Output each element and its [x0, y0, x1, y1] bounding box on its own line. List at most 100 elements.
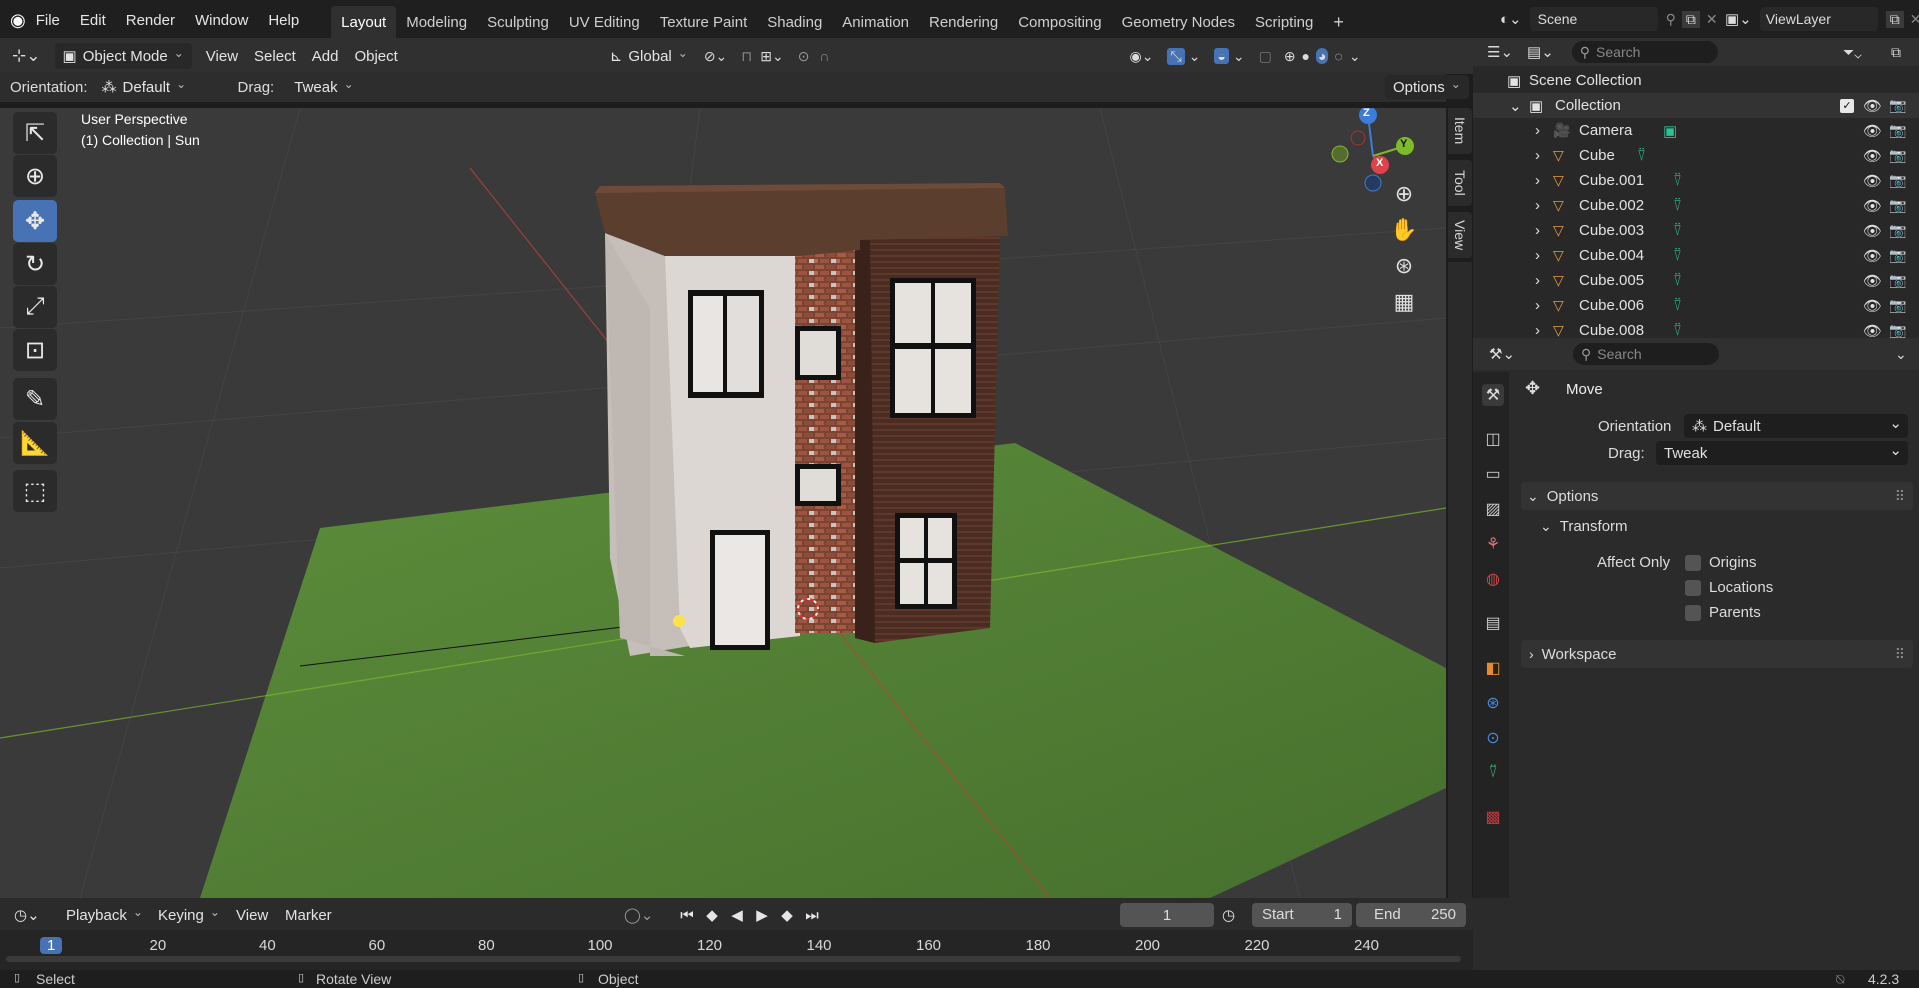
- remove-viewlayer-icon[interactable]: ✕: [1910, 11, 1919, 28]
- play-reverse-icon[interactable]: ◀: [726, 904, 748, 926]
- eye-icon[interactable]: 👁: [1863, 247, 1882, 265]
- outliner-item[interactable]: › ▽ Cube.002 ⍢ 👁 📷: [1473, 193, 1919, 218]
- render-icon[interactable]: 📷: [1889, 172, 1906, 189]
- timeline-view-menu[interactable]: View: [236, 902, 268, 928]
- eye-icon[interactable]: 👁: [1863, 272, 1882, 290]
- drag-handle-icon[interactable]: ⠿: [1895, 646, 1905, 663]
- tab-texture-paint[interactable]: Texture Paint: [650, 6, 758, 38]
- new-viewlayer-icon[interactable]: ⧉: [1885, 10, 1904, 28]
- render-icon[interactable]: 📷: [1889, 147, 1906, 164]
- editor-type-icon[interactable]: ⊹⌄: [12, 46, 41, 66]
- tab-compositing[interactable]: Compositing: [1008, 6, 1111, 38]
- outliner-item[interactable]: › ▽ Cube.006 ⍢ 👁 📷: [1473, 293, 1919, 318]
- menu-select[interactable]: Select: [246, 43, 304, 69]
- object-tab-icon[interactable]: ◧: [1482, 657, 1504, 679]
- menu-render[interactable]: Render: [116, 0, 185, 40]
- proportional-edit-icon[interactable]: ⊙: [798, 48, 810, 65]
- zoom-icon[interactable]: ⊕: [1384, 174, 1424, 214]
- collection-checkbox[interactable]: ✓: [1840, 98, 1854, 113]
- tab-geometry-nodes[interactable]: Geometry Nodes: [1112, 6, 1245, 38]
- properties-search-field[interactable]: ⚲ Search: [1573, 343, 1720, 365]
- collection-tab-icon[interactable]: ▤: [1482, 612, 1504, 634]
- gizmo-dropdown-icon[interactable]: ⌄: [1189, 48, 1201, 65]
- expand-arrow-icon[interactable]: ›: [1535, 147, 1540, 164]
- move-icon[interactable]: ✥: [13, 200, 57, 242]
- menu-file[interactable]: File: [26, 0, 70, 40]
- new-collection-icon[interactable]: ⧉: [1891, 44, 1901, 61]
- physics-tab-icon[interactable]: ⊙: [1482, 727, 1504, 749]
- drag-dropdown[interactable]: Tweak: [286, 74, 372, 100]
- current-frame-marker[interactable]: 1: [40, 937, 63, 954]
- scene-tab-icon[interactable]: ⚘: [1482, 533, 1504, 555]
- outliner-item[interactable]: › 🎥 Camera ▣ 👁 📷: [1473, 118, 1919, 143]
- snap-icon[interactable]: ⊓: [741, 48, 752, 65]
- prev-keyframe-icon[interactable]: ◆: [701, 904, 723, 926]
- solid-shading-icon[interactable]: ●: [1302, 48, 1310, 64]
- viewlayer-selector[interactable]: ▣⌄ ViewLayer ⧉ ✕: [1725, 6, 1919, 32]
- display-mode-icon[interactable]: ▤⌄: [1527, 43, 1554, 61]
- render-icon[interactable]: 📷: [1889, 322, 1906, 338]
- perspective-toggle-icon[interactable]: ▦: [1384, 282, 1424, 322]
- keying-menu[interactable]: Keying: [158, 902, 220, 928]
- falloff-icon[interactable]: ∩: [819, 48, 829, 64]
- play-icon[interactable]: ▶: [751, 904, 773, 926]
- outliner-editor-icon[interactable]: ☰⌄: [1487, 43, 1513, 61]
- add-workspace-button[interactable]: +: [1323, 6, 1354, 38]
- tab-rendering[interactable]: Rendering: [919, 6, 1008, 38]
- timeline-editor-icon[interactable]: ◷⌄: [14, 902, 40, 928]
- data-tab-icon[interactable]: ⍢: [1482, 762, 1504, 784]
- menu-window[interactable]: Window: [185, 0, 258, 40]
- menu-add[interactable]: Add: [304, 43, 347, 69]
- transform-icon[interactable]: ⊡: [13, 329, 57, 371]
- expand-arrow-icon[interactable]: ›: [1535, 222, 1540, 239]
- mesh-data-icon[interactable]: ⍢: [1673, 247, 1682, 264]
- origins-checkbox[interactable]: [1685, 555, 1701, 571]
- orientation-dropdown[interactable]: ⁂ Default: [94, 74, 230, 100]
- collection-row[interactable]: ⌄ ▣ Collection ✓ 👁 📷: [1473, 93, 1919, 118]
- mesh-data-icon[interactable]: ⍢: [1673, 272, 1682, 289]
- outliner-item[interactable]: › ▽ Cube.008 ⍢ 👁 📷: [1473, 318, 1919, 338]
- filter-icon[interactable]: ⏷⌄: [1843, 44, 1862, 61]
- menu-object[interactable]: Object: [346, 43, 405, 69]
- tab-sculpting[interactable]: Sculpting: [477, 6, 559, 38]
- render-tab-icon[interactable]: ◫: [1482, 428, 1504, 450]
- current-frame-field[interactable]: 1: [1120, 903, 1214, 927]
- cursor-icon[interactable]: ⊕: [13, 155, 57, 197]
- start-frame-field[interactable]: Start 1: [1252, 903, 1352, 927]
- parents-checkbox[interactable]: [1685, 605, 1701, 621]
- expand-arrow-icon[interactable]: ›: [1535, 297, 1540, 314]
- properties-options-icon[interactable]: ⌄: [1895, 346, 1907, 363]
- pin-icon[interactable]: ⚲: [1666, 11, 1676, 28]
- tab-tool[interactable]: Tool: [1448, 160, 1472, 206]
- expand-arrow-icon[interactable]: ›: [1535, 197, 1540, 214]
- properties-editor-icon[interactable]: ⚒⌄: [1489, 345, 1515, 363]
- mesh-data-icon[interactable]: ⍢: [1673, 222, 1682, 239]
- camera-view-icon[interactable]: ⊛: [1384, 246, 1424, 286]
- mesh-data-icon[interactable]: ⍢: [1637, 147, 1646, 164]
- render-icon[interactable]: 📷: [1889, 222, 1906, 239]
- tab-item[interactable]: Item: [1448, 108, 1472, 154]
- expand-arrow-icon[interactable]: ›: [1535, 122, 1540, 139]
- outliner-item[interactable]: › ▽ Cube ⍢ 👁 📷: [1473, 143, 1919, 168]
- tab-modeling[interactable]: Modeling: [396, 6, 477, 38]
- tab-scripting[interactable]: Scripting: [1245, 6, 1323, 38]
- render-icon[interactable]: 📷: [1889, 97, 1906, 114]
- mesh-data-icon[interactable]: ⍢: [1673, 322, 1682, 338]
- render-icon[interactable]: 📷: [1889, 272, 1906, 289]
- 3d-viewport[interactable]: User Perspective (1) Collection | Sun ⇱ …: [0, 108, 1446, 898]
- add-cube-icon[interactable]: ⬚: [13, 470, 57, 512]
- options-panel-header[interactable]: ⌄ Options ⠿: [1521, 482, 1913, 510]
- pan-hand-icon[interactable]: ✋: [1384, 210, 1424, 250]
- eye-icon[interactable]: 👁: [1863, 122, 1882, 140]
- auto-keying-icon[interactable]: ◯⌄: [624, 902, 653, 928]
- preview-range-icon[interactable]: ◷: [1222, 902, 1235, 928]
- outliner-item[interactable]: › ▽ Cube.004 ⍢ 👁 📷: [1473, 243, 1919, 268]
- tab-view[interactable]: View: [1448, 212, 1472, 258]
- material-shading-icon[interactable]: ◕: [1316, 48, 1329, 64]
- tool-tab-icon[interactable]: ⚒: [1482, 384, 1504, 406]
- expand-arrow-icon[interactable]: ›: [1535, 247, 1540, 264]
- rendered-shading-icon[interactable]: ◌: [1334, 48, 1342, 64]
- expand-arrow-icon[interactable]: ›: [1535, 322, 1540, 338]
- menu-view[interactable]: View: [198, 43, 246, 69]
- eye-icon[interactable]: 👁: [1863, 322, 1882, 339]
